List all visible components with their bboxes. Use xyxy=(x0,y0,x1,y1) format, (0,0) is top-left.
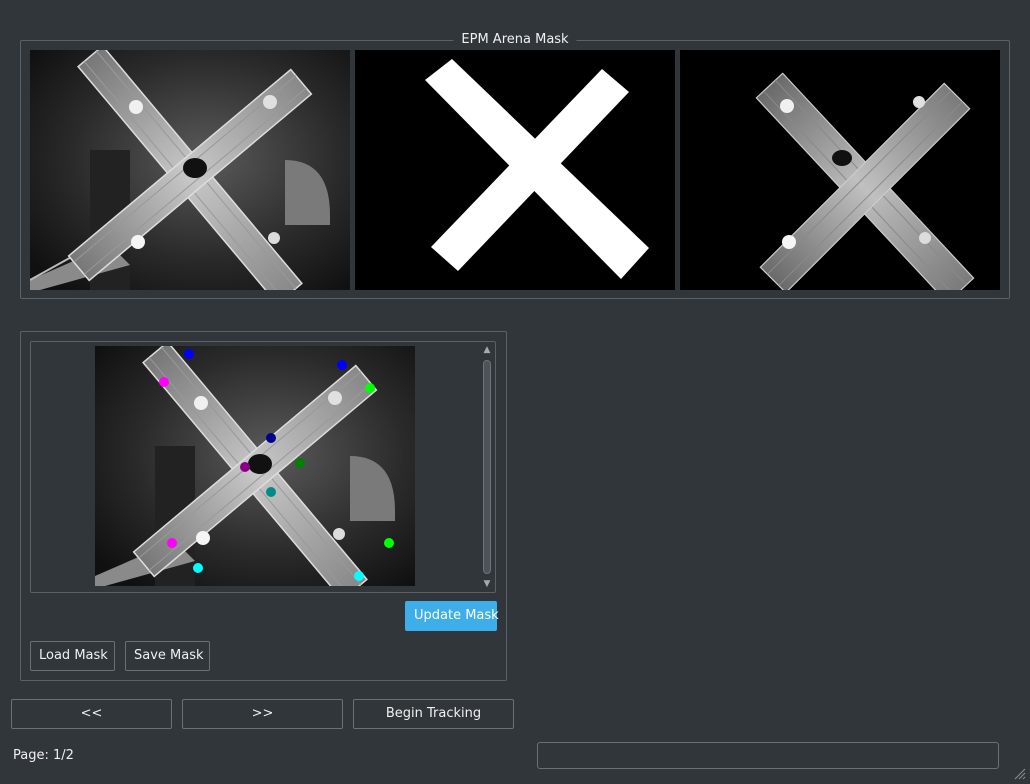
mask-control-point[interactable] xyxy=(295,458,305,468)
begin-tracking-button[interactable]: Begin Tracking xyxy=(353,699,514,729)
next-page-button[interactable]: >> xyxy=(182,699,343,729)
masked-frame-image xyxy=(680,50,1000,290)
original-frame-view xyxy=(30,50,350,290)
mask-control-point[interactable] xyxy=(167,538,177,548)
mask-control-point[interactable] xyxy=(240,462,250,472)
vertical-scrollbar[interactable]: ▲ ▼ xyxy=(481,344,493,590)
mask-editor-groupbox: ▲ ▼ Update Mask Load Mask Save Mask xyxy=(20,331,507,681)
triangle-up-icon[interactable]: ▲ xyxy=(481,344,493,356)
mask-control-point[interactable] xyxy=(384,538,394,548)
load-mask-button[interactable]: Load Mask xyxy=(30,641,115,671)
main-window: EPM Arena Mask ▲ ▼ Update Mask Load Mask… xyxy=(0,0,1030,784)
mask-control-point[interactable] xyxy=(354,571,364,581)
mask-control-point[interactable] xyxy=(193,563,203,573)
status-message-field xyxy=(537,742,999,769)
size-grip-icon[interactable] xyxy=(1012,766,1026,780)
save-mask-button[interactable]: Save Mask xyxy=(125,641,210,671)
masked-frame-view xyxy=(680,50,1000,290)
mask-control-point[interactable] xyxy=(266,487,276,497)
mask-control-point[interactable] xyxy=(337,360,347,370)
triangle-down-icon[interactable]: ▼ xyxy=(481,578,493,590)
mask-control-point[interactable] xyxy=(159,377,169,387)
scrollbar-handle[interactable] xyxy=(483,360,491,574)
mask-control-point[interactable] xyxy=(266,433,276,443)
binary-mask-image xyxy=(355,50,675,290)
mask-control-point[interactable] xyxy=(184,349,194,359)
point-editor-image xyxy=(95,346,415,586)
point-editor-canvas[interactable] xyxy=(95,346,415,586)
original-frame-image xyxy=(30,50,350,290)
update-mask-button[interactable]: Update Mask xyxy=(405,601,499,631)
page-indicator: Page: 1/2 xyxy=(13,748,74,763)
previous-page-button[interactable]: << xyxy=(11,699,172,729)
mask-groupbox-title: EPM Arena Mask xyxy=(453,32,577,47)
point-editor-scroll-area[interactable]: ▲ ▼ xyxy=(30,341,496,593)
binary-mask-view xyxy=(355,50,675,290)
mask-control-point[interactable] xyxy=(365,383,375,393)
mask-groupbox: EPM Arena Mask xyxy=(20,32,1010,299)
